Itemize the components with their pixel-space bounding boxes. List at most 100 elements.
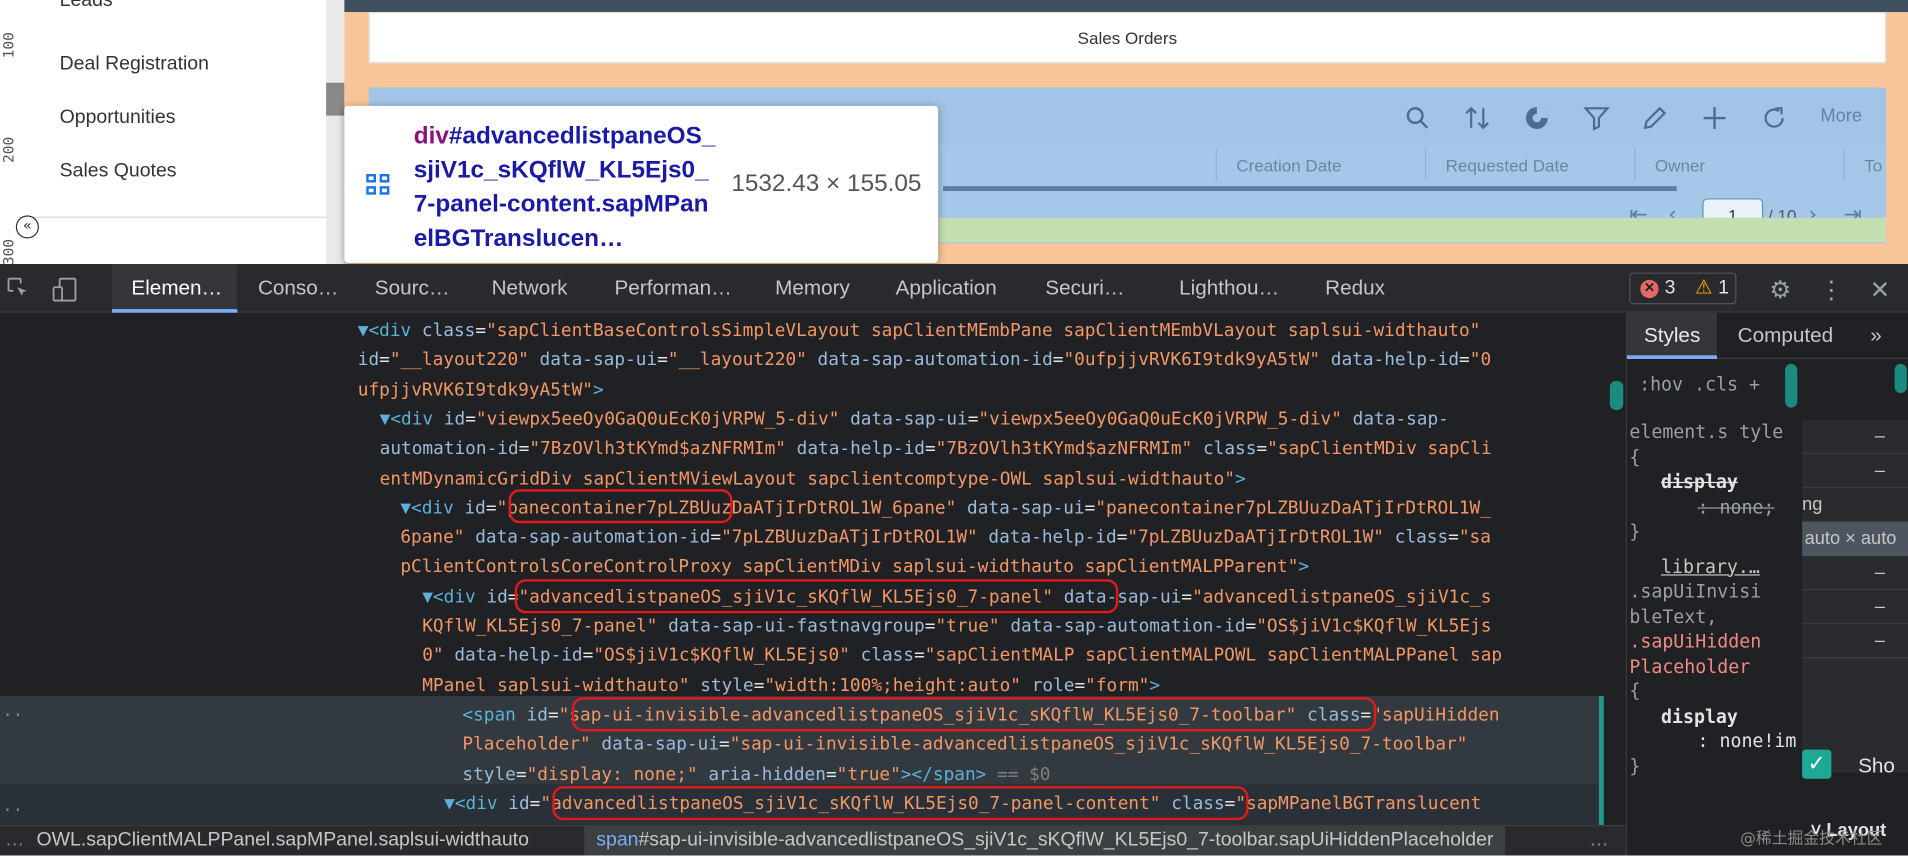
sidebar: Leads Deal Registration Opportunities Sa…: [17, 0, 344, 265]
devtools-panel: Elemen… Conso… Sourc… Network Performan……: [0, 264, 1908, 856]
sidebar-scrollbar[interactable]: [326, 0, 345, 265]
tab-application[interactable]: Application: [896, 264, 997, 313]
tooltip-dimensions: 1532.43 × 155.05: [731, 170, 922, 198]
stylesheet-link[interactable]: library.…: [1629, 554, 1799, 579]
dom-tree[interactable]: ·· ·· ▼<div class="sapClientBaseControls…: [0, 314, 1606, 826]
devtools-tabbar: Elemen… Conso… Sourc… Network Performan……: [0, 264, 1908, 313]
annotation-box: [514, 579, 1119, 614]
style-value[interactable]: : none!im: [1629, 729, 1799, 754]
dom-tree-line[interactable]: 0" data-help-id="OS$jiV1c$KQflW_KL5Ejs0"…: [422, 642, 1502, 672]
edit-icon[interactable]: [1642, 105, 1669, 132]
device-toolbar-icon[interactable]: [51, 276, 78, 303]
rule-close: }: [1629, 755, 1641, 777]
top-shell-bar: [344, 0, 1908, 13]
close-icon[interactable]: ✕: [1867, 276, 1894, 303]
tab-elements[interactable]: Elemen…: [111, 264, 238, 313]
dom-tree-line[interactable]: style="display: none;" aria-hidden="true…: [462, 760, 1050, 790]
tab-performance[interactable]: Performan…: [615, 264, 732, 313]
show-all-checkbox[interactable]: ✓: [1802, 749, 1832, 779]
tab-security[interactable]: Securi…: [1045, 264, 1124, 313]
more-button[interactable]: More: [1820, 106, 1862, 127]
styles-tabbar: Styles Computed »: [1626, 312, 1908, 359]
ellipsis-icon[interactable]: ··: [2, 796, 23, 825]
dom-tree-line[interactable]: Placeholder" data-sap-ui="sap-ui-invisib…: [462, 730, 1467, 760]
annotation-box: [571, 697, 1377, 732]
breadcrumb: … OWL.sapClientMALPPanel.sapMPanel.sapls…: [0, 825, 1626, 856]
selection-indicator: [1598, 696, 1604, 826]
tab-console[interactable]: Conso…: [258, 264, 338, 313]
tab-lighthouse[interactable]: Lighthou…: [1179, 264, 1279, 313]
breadcrumb-overflow-right[interactable]: …: [1589, 826, 1608, 855]
sidebar-item-deal-registration[interactable]: Deal Registration: [60, 54, 209, 76]
refresh-icon[interactable]: [1761, 105, 1788, 132]
pane-scrollbar[interactable]: [1894, 363, 1907, 394]
grid-layout-icon: [366, 174, 390, 196]
dom-tree-line[interactable]: automation-id="7BzOVlh3tKYmd$azNFRMIm" d…: [380, 435, 1492, 465]
breadcrumb-overflow-left[interactable]: …: [5, 826, 24, 855]
style-property[interactable]: display: [1629, 704, 1799, 729]
pie-chart-icon[interactable]: [1523, 105, 1550, 132]
tab-computed[interactable]: Computed: [1738, 313, 1833, 359]
warning-icon: ⚠: [1695, 277, 1713, 299]
column-header-owner[interactable]: Owner: [1655, 156, 1705, 175]
issues-counter[interactable]: ✕ 3 ⚠ 1: [1629, 272, 1737, 305]
gear-icon[interactable]: ⚙: [1767, 276, 1794, 303]
vertical-ruler: 100 200 300: [0, 0, 17, 264]
column-header[interactable]: To: [1864, 156, 1882, 175]
ruler-mark: 200: [0, 136, 18, 164]
box-model-value: –: [1802, 556, 1908, 591]
rule-close: }: [1629, 520, 1641, 543]
tab-sources[interactable]: Sourc…: [375, 264, 450, 313]
rule-open: {: [1629, 680, 1641, 703]
sidebar-item-sales-quotes[interactable]: Sales Quotes: [60, 161, 177, 183]
dom-tree-line[interactable]: ▼<div class="sapClientBaseControlsSimple…: [358, 316, 1481, 346]
rules-scrollbar[interactable]: [1785, 363, 1798, 408]
dom-tree-line[interactable]: KQflW_KL5Ejs0_7-panel" data-sap-ui-fastn…: [422, 612, 1491, 642]
sap-app-area: 100 200 300 Leads Deal Registration Oppo…: [0, 0, 1908, 265]
tab-network[interactable]: Network: [492, 264, 568, 313]
dom-tree-line[interactable]: ufpjjvRVK6I9tdk9yA5tW">: [358, 376, 604, 406]
style-value[interactable]: : none;: [1629, 495, 1799, 520]
scrollbar-thumb[interactable]: [326, 82, 345, 116]
element-inspect-tooltip: div#advancedlistpaneOS_sjiV1c_sKQflW_KL5…: [344, 105, 939, 263]
dom-tree-line[interactable]: ▼<div id="viewpx5eeOy0GaQ0uEcK0jVRPW_5-d…: [380, 405, 1449, 435]
dom-tree-line[interactable]: 6pane" data-sap-automation-id="7pLZBUuzD…: [400, 523, 1491, 553]
tab-memory[interactable]: Memory: [775, 264, 850, 313]
dom-tree-line[interactable]: entMDynamicGridDiv sapClientMViewLayout …: [380, 464, 1246, 494]
column-header-requested-date[interactable]: Requested Date: [1446, 156, 1569, 175]
style-rules: element.s tyle { display : none; } libra…: [1629, 420, 1799, 779]
kebab-menu-icon[interactable]: ⋮: [1818, 276, 1845, 303]
style-property[interactable]: display: [1629, 470, 1799, 495]
column-separator: [1424, 148, 1427, 181]
chevron-double-right-icon[interactable]: »: [1870, 313, 1882, 359]
breadcrumb-item[interactable]: OWL.sapClientMALPPanel.sapMPanel.saplsui…: [37, 826, 529, 855]
box-model-value: –: [1802, 420, 1908, 454]
sidebar-item-leads[interactable]: Leads: [60, 0, 113, 12]
tab-redux[interactable]: Redux: [1325, 264, 1385, 313]
tab-styles[interactable]: Styles: [1626, 312, 1718, 359]
show-all-label: Sho: [1858, 754, 1895, 778]
column-separator: [1634, 148, 1636, 181]
sort-icon[interactable]: [1464, 105, 1491, 132]
inspect-element-icon[interactable]: [5, 276, 32, 303]
box-model-value: –: [1802, 624, 1908, 659]
styles-filter-toolbar[interactable]: :hov .cls +: [1639, 374, 1760, 396]
dom-tree-line[interactable]: id="__layout220" data-sap-ui="__layout22…: [358, 346, 1491, 376]
rule-selector-match: .sapUiHidden Placeholder: [1629, 630, 1762, 678]
error-icon: ✕: [1640, 279, 1659, 299]
ellipsis-icon[interactable]: ··: [2, 701, 23, 731]
horizontal-scrollbar[interactable]: [943, 186, 1677, 192]
box-model-value: ng: [1802, 488, 1908, 523]
search-icon[interactable]: [1404, 105, 1431, 132]
dom-tree-line[interactable]: pClientControlsCoreControlProxy sapClien…: [400, 553, 1309, 583]
dom-scrollbar[interactable]: [1609, 380, 1624, 411]
column-header-creation-date[interactable]: Creation Date: [1236, 156, 1341, 175]
filter-icon[interactable]: [1583, 105, 1610, 132]
sidebar-item-opportunities[interactable]: Opportunities: [60, 107, 176, 129]
sales-orders-title: Sales Orders: [368, 12, 1887, 64]
element-style-selector: element.s tyle {: [1629, 421, 1784, 468]
double-chevron-left-icon[interactable]: «: [15, 215, 39, 239]
breadcrumb-item-selected[interactable]: span#sap-ui-invisible-advancedlistpaneOS…: [584, 826, 1506, 856]
ruler-mark: 300: [0, 238, 18, 265]
add-icon[interactable]: [1701, 105, 1728, 132]
